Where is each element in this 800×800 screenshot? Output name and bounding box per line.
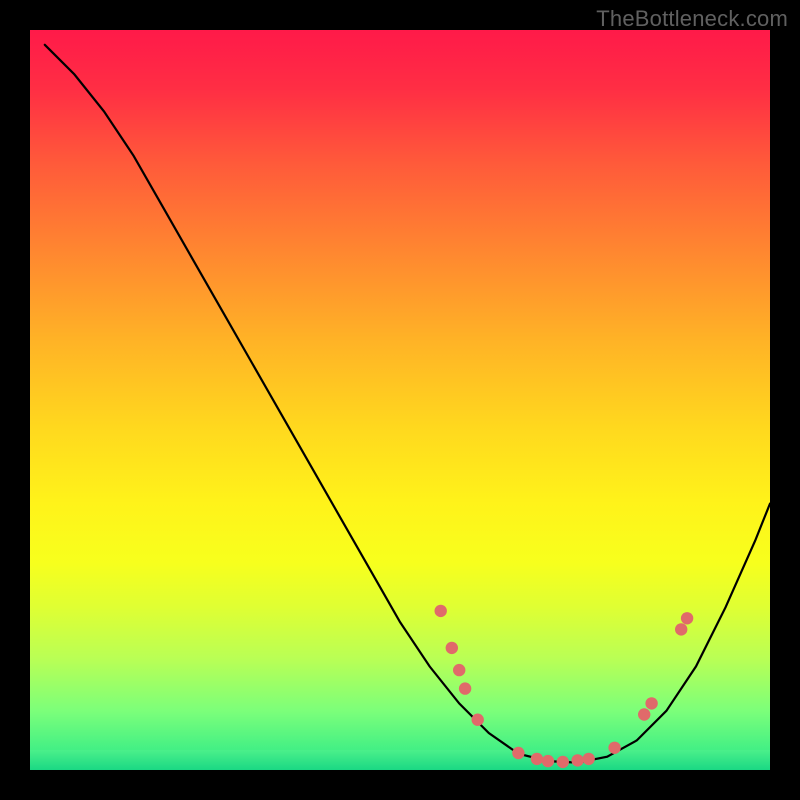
data-point	[512, 747, 524, 759]
data-point	[446, 642, 458, 654]
data-point	[608, 742, 620, 754]
data-point	[675, 623, 687, 635]
data-point	[435, 605, 447, 617]
data-point	[557, 756, 569, 768]
v-curve	[45, 45, 770, 763]
data-point	[583, 753, 595, 765]
data-point	[531, 753, 543, 765]
data-point	[571, 754, 583, 766]
data-point	[453, 664, 465, 676]
chart-svg	[30, 30, 770, 770]
data-point	[638, 708, 650, 720]
data-point	[542, 755, 554, 767]
data-point	[681, 612, 693, 624]
data-points	[435, 605, 694, 768]
data-point	[645, 697, 657, 709]
data-point	[472, 714, 484, 726]
watermark-text: TheBottleneck.com	[596, 6, 788, 32]
data-point	[459, 682, 471, 694]
chart-frame	[30, 30, 770, 770]
chart-plot	[30, 30, 770, 770]
